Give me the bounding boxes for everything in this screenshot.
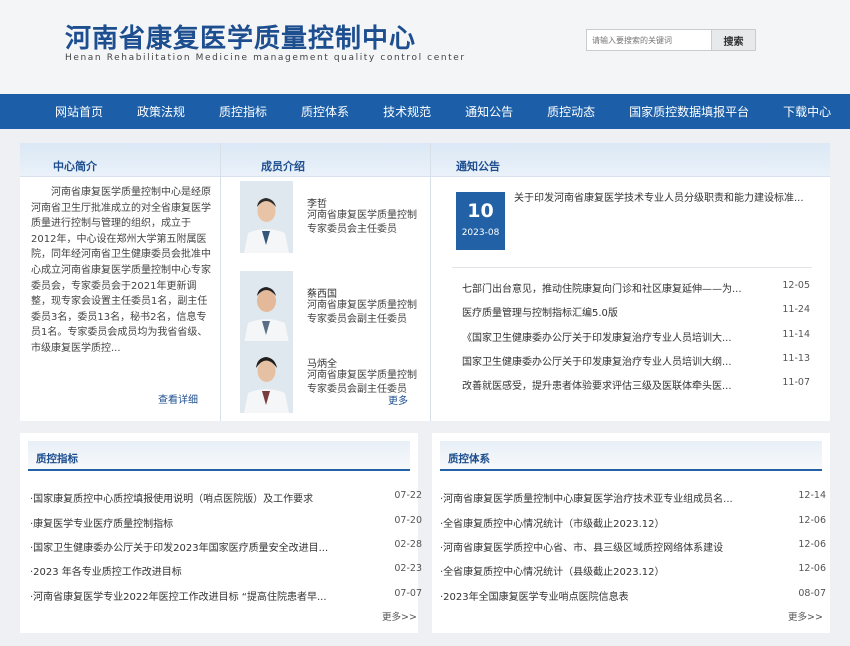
system-item-date: 12-06 (798, 563, 826, 574)
system-panel: 质控体系 ·河南省康复医学质量控制中心康复医学治疗技术亚专业组成员名... 12… (432, 433, 830, 633)
notice-item-date: 12-05 (782, 280, 810, 291)
system-item-title[interactable]: ·河南省康复医学质量控制中心康复医学治疗技术亚专业组成员名... (440, 490, 774, 505)
main-nav: 网站首页 政策法规 质控指标 质控体系 技术规范 通知公告 质控动态 国家质控数… (0, 94, 850, 129)
system-item[interactable]: ·全省康复质控中心情况统计（市级截止2023.12） 12-06 (440, 515, 826, 531)
nav-notices[interactable]: 通知公告 (465, 103, 513, 120)
indicator-item-date: 07-20 (394, 515, 422, 526)
member-photo (240, 271, 293, 343)
nav-standards[interactable]: 技术规范 (383, 103, 431, 120)
intro-text: 河南省康复医学质量控制中心是经原河南省卫生厅批准成立的对全省康复医学质量进行控制… (31, 187, 211, 354)
indicator-item-title[interactable]: ·2023 年各专业质控工作改进目标 (30, 563, 370, 578)
member-name: 蔡西国 (307, 289, 337, 300)
members-more-link[interactable]: 更多 (388, 392, 408, 407)
notice-item[interactable]: 国家卫生健康委办公厅关于印发康复治疗专业人员培训大纲... 11-13 (462, 353, 810, 369)
system-item-date: 12-14 (798, 490, 826, 501)
indicator-item[interactable]: ·国家康复质控中心质控填报使用说明（哨点医院版）及工作要求 07-22 (30, 490, 422, 506)
member-role: 河南省康复医学质量控制专家委员会副主任委员 (307, 300, 417, 325)
indicator-item[interactable]: ·康复医学专业医疗质量控制指标 07-20 (30, 515, 422, 531)
indicator-item-title[interactable]: ·康复医学专业医疗质量控制指标 (30, 515, 370, 530)
system-item-title[interactable]: ·全省康复质控中心情况统计（市级截止2023.12） (440, 515, 774, 530)
notice-item-title[interactable]: 医疗质量管理与控制指标汇编5.0版 (462, 304, 762, 319)
intro-title: 中心简介 (53, 160, 97, 173)
system-item-title[interactable]: ·2023年全国康复医学专业哨点医院信息表 (440, 588, 774, 603)
search-input[interactable] (587, 30, 711, 50)
notice-item-date: 11-24 (782, 304, 810, 315)
indicator-item-date: 07-22 (394, 490, 422, 501)
notice-item-title[interactable]: 《国家卫生健康委办公厅关于印发康复治疗专业人员培训大... (462, 329, 762, 344)
intro-section: 中心简介 河南省康复医学质量控制中心是经原河南省卫生厅批准成立的对全省康复医学质… (20, 143, 220, 421)
notice-item-date: 11-13 (782, 353, 810, 364)
indicator-item-date: 07-07 (394, 588, 422, 599)
notice-item-title[interactable]: 改善就医感受，提升患者体验要求评估三级及医联体牵头医... (462, 377, 762, 392)
column-divider (220, 143, 221, 421)
system-item[interactable]: ·河南省康复医学质量控制中心康复医学治疗技术亚专业组成员名... 12-14 (440, 490, 826, 506)
system-item-date: 08-07 (798, 588, 826, 599)
intro-more-link[interactable]: 查看详细 (158, 391, 198, 406)
indicators-more-link[interactable]: 更多>> (382, 609, 417, 623)
system-item-title[interactable]: ·河南省康复医学质控中心省、市、县三级区域质控网络体系建设 (440, 539, 774, 554)
indicator-item[interactable]: ·国家卫生健康委办公厅关于印发2023年国家医疗质量安全改进目... 02-28 (30, 539, 422, 555)
system-header: 质控体系 (440, 441, 822, 471)
notice-item[interactable]: 医疗质量管理与控制指标汇编5.0版 11-24 (462, 304, 810, 320)
indicators-title[interactable]: 质控指标 (36, 451, 78, 466)
nav-system[interactable]: 质控体系 (301, 103, 349, 120)
top-panel: 中心简介 河南省康复医学质量控制中心是经原河南省卫生厅批准成立的对全省康复医学质… (20, 143, 830, 421)
notices-title: 通知公告 (456, 160, 500, 173)
indicator-item-date: 02-23 (394, 563, 422, 574)
notice-item-date: 11-07 (782, 377, 810, 388)
indicator-item-title[interactable]: ·河南省康复医学专业2022年医控工作改进目标 “提高住院患者早... (30, 588, 370, 603)
site-header: 河南省康复医学质量控制中心 Henan Rehabilitation Medic… (0, 0, 850, 94)
system-title[interactable]: 质控体系 (448, 451, 490, 466)
notice-item-date: 11-14 (782, 329, 810, 340)
system-item[interactable]: ·全省康复质控中心情况统计（县级截止2023.12） 12-06 (440, 563, 826, 579)
nav-indicators[interactable]: 质控指标 (219, 103, 267, 120)
indicator-item-title[interactable]: ·国家康复质控中心质控填报使用说明（哨点医院版）及工作要求 (30, 490, 370, 505)
system-item-title[interactable]: ·全省康复质控中心情况统计（县级截止2023.12） (440, 563, 774, 578)
notice-item[interactable]: 《国家卫生健康委办公厅关于印发康复治疗专业人员培训大... 11-14 (462, 329, 810, 345)
indicators-header: 质控指标 (28, 441, 410, 471)
nav-home[interactable]: 网站首页 (55, 103, 103, 120)
nav-data-platform[interactable]: 国家质控数据填报平台 (629, 103, 749, 120)
notice-date-badge: 10 2023-08 (456, 192, 505, 250)
site-title[interactable]: 河南省康复医学质量控制中心 (65, 18, 416, 55)
search-button[interactable]: 搜索 (711, 30, 755, 50)
indicator-item-date: 02-28 (394, 539, 422, 550)
nav-news[interactable]: 质控动态 (547, 103, 595, 120)
member-name: 马炳全 (307, 359, 337, 370)
site-subtitle-en: Henan Rehabilitation Medicine management… (65, 53, 466, 63)
notice-item-title[interactable]: 国家卫生健康委办公厅关于印发康复治疗专业人员培训大纲... (462, 353, 762, 368)
indicator-item[interactable]: ·2023 年各专业质控工作改进目标 02-23 (30, 563, 422, 579)
notice-item[interactable]: 改善就医感受，提升患者体验要求评估三级及医联体牵头医... 11-07 (462, 377, 810, 393)
system-more-link[interactable]: 更多>> (788, 609, 823, 623)
system-item-date: 12-06 (798, 515, 826, 526)
notice-feature-link[interactable]: 关于印发河南省康复医学技术专业人员分级职责和能力建设标准... (514, 191, 810, 206)
indicator-item[interactable]: ·河南省康复医学专业2022年医控工作改进目标 “提高住院患者早... 07-0… (30, 588, 422, 604)
member-role: 河南省康复医学质量控制专家委员会主任委员 (307, 210, 417, 235)
member-name: 李哲 (307, 199, 327, 210)
column-divider (430, 143, 431, 421)
system-item[interactable]: ·河南省康复医学质控中心省、市、县三级区域质控网络体系建设 12-06 (440, 539, 826, 555)
nav-policy[interactable]: 政策法规 (137, 103, 185, 120)
system-item[interactable]: ·2023年全国康复医学专业哨点医院信息表 08-07 (440, 588, 826, 604)
search-box: 搜索 (586, 29, 756, 51)
member-card[interactable]: 李哲 河南省康复医学质量控制专家委员会主任委员 (240, 181, 430, 253)
system-item-date: 12-06 (798, 539, 826, 550)
nav-download[interactable]: 下载中心 (783, 103, 831, 120)
members-title: 成员介绍 (261, 160, 305, 173)
member-card[interactable]: 蔡西国 河南省康复医学质量控制专家委员会副主任委员 (240, 271, 430, 343)
notice-item[interactable]: 七部门出台意见，推动住院康复向门诊和社区康复延伸——为... 12-05 (462, 280, 810, 296)
member-photo (240, 341, 293, 413)
member-photo (240, 181, 293, 253)
notice-item-title[interactable]: 七部门出台意见，推动住院康复向门诊和社区康复延伸——为... (462, 280, 762, 295)
indicators-panel: 质控指标 ·国家康复质控中心质控填报使用说明（哨点医院版）及工作要求 07-22… (20, 433, 422, 633)
indicator-item-title[interactable]: ·国家卫生健康委办公厅关于印发2023年国家医疗质量安全改进目... (30, 539, 370, 554)
notice-day: 10 (467, 200, 494, 222)
notice-year-month: 2023-08 (461, 228, 500, 238)
notice-separator (452, 267, 812, 268)
